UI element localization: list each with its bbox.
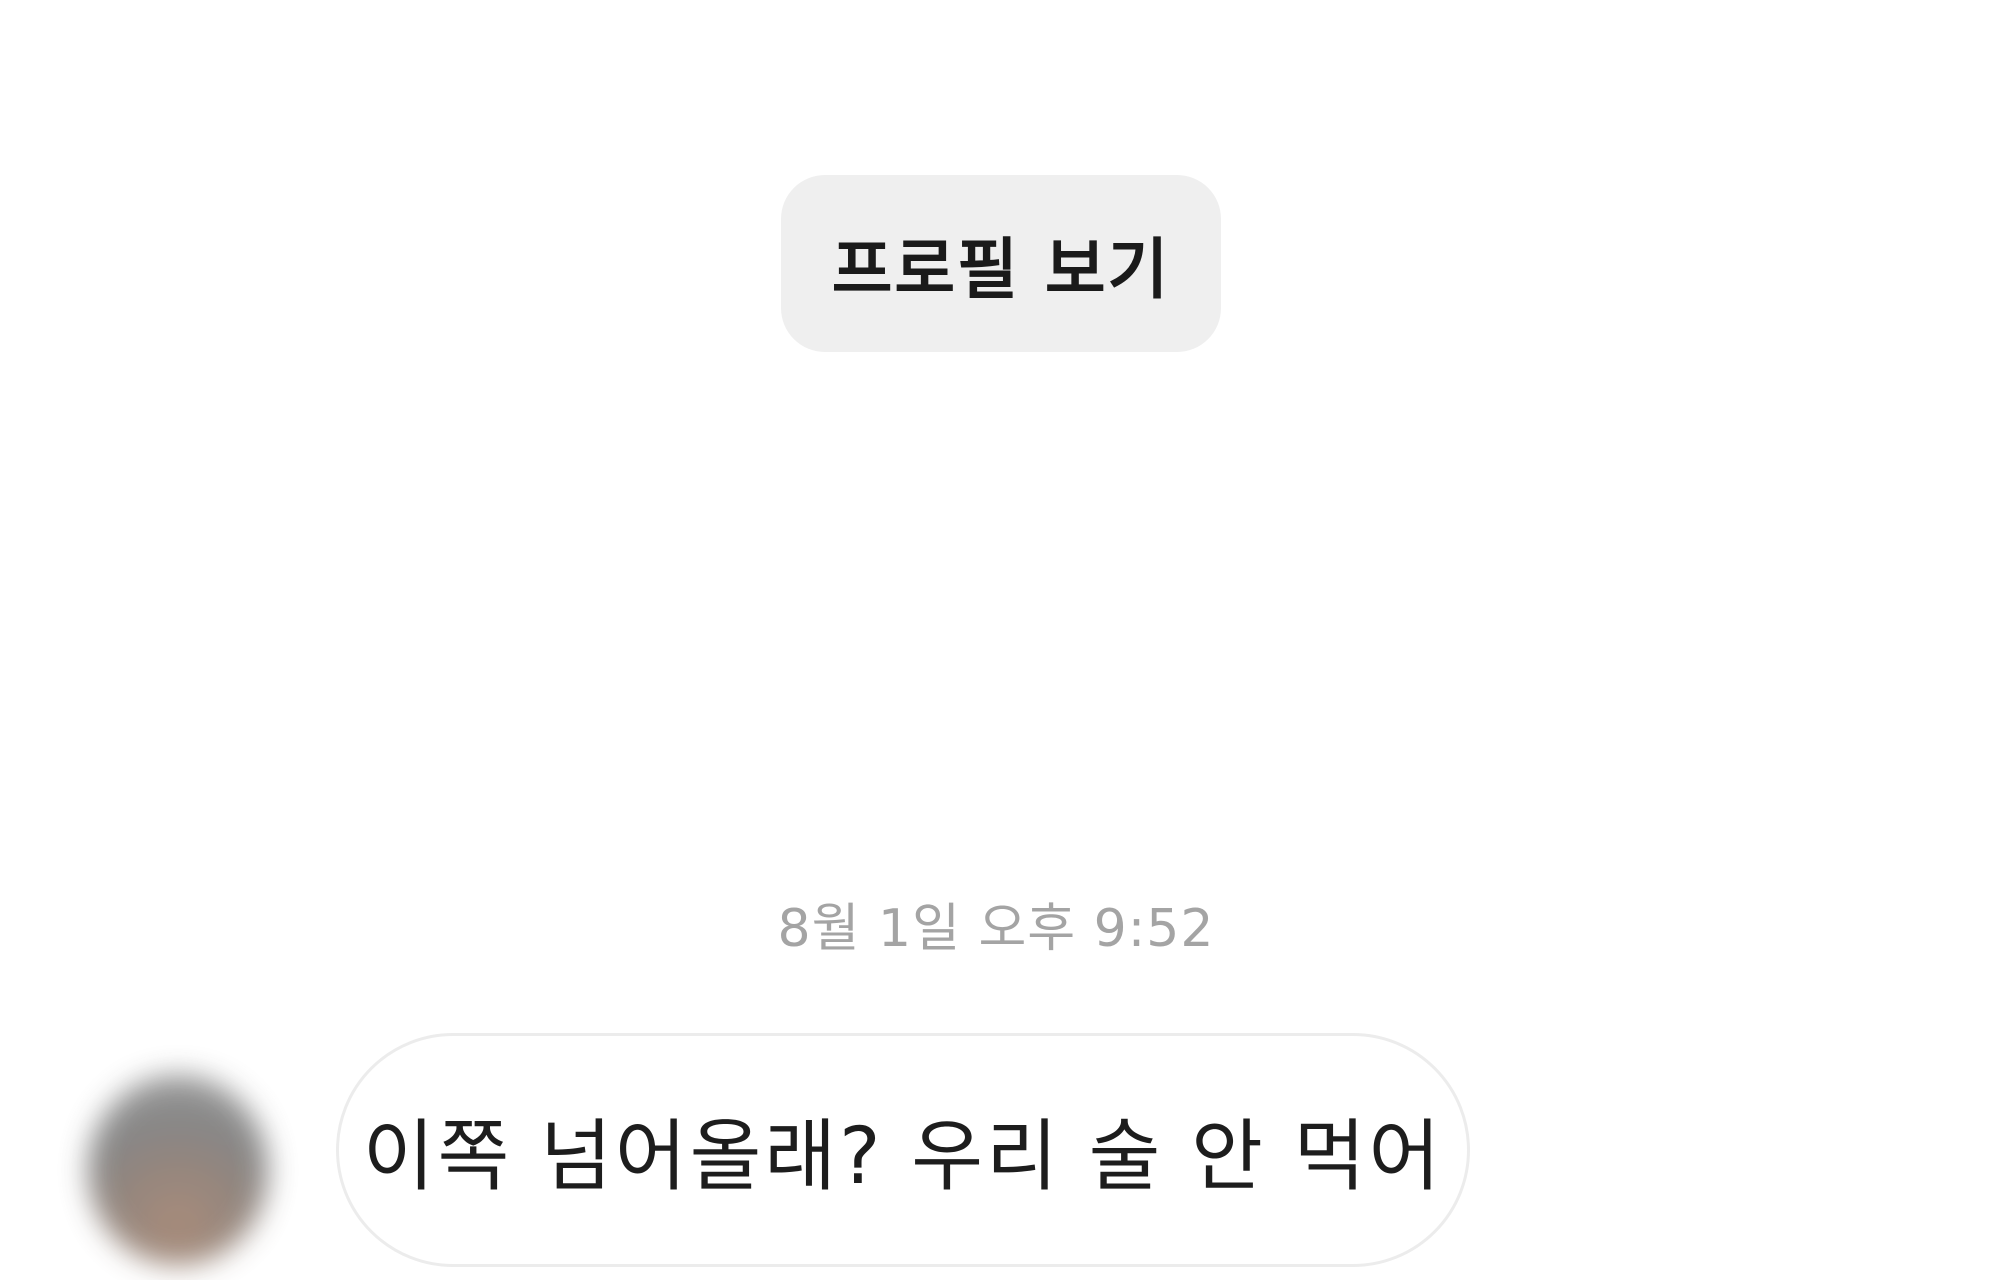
message-timestamp: 8월 1일 오후 9:52 — [777, 899, 1215, 959]
sender-avatar[interactable] — [88, 1075, 268, 1265]
view-profile-button[interactable]: 프로필 보기 — [781, 175, 1221, 352]
view-profile-label: 프로필 보기 — [831, 230, 1171, 308]
message-text: 이쪽 넘어올래? 우리 술 안 먹어 — [362, 1112, 1444, 1202]
message-bubble[interactable]: 이쪽 넘어올래? 우리 술 안 먹어 — [336, 1033, 1470, 1267]
